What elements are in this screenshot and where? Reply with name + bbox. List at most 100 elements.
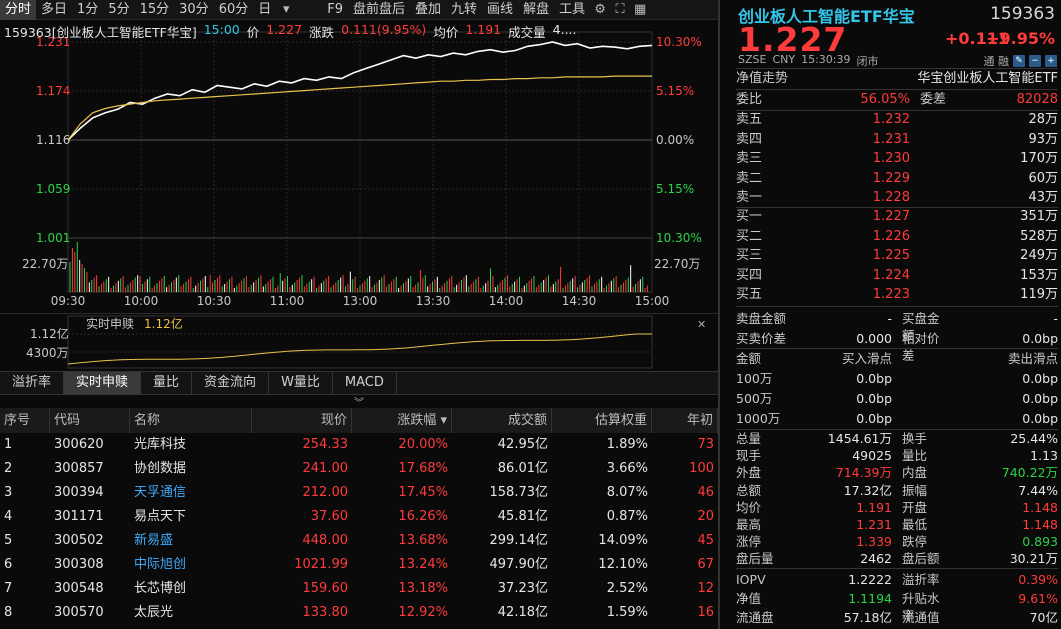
realtime-redemption-chart[interactable]: 实时申赎 1.12亿 1.12亿 4300万 ✕: [0, 313, 718, 369]
analysis-button[interactable]: 解盘: [518, 0, 554, 20]
row-ytd: 73: [697, 437, 714, 452]
tab-intraday[interactable]: 分时: [0, 0, 37, 20]
x-tick-label: 09:30: [51, 294, 86, 308]
table-row[interactable]: 1 300620 光库科技 254.33 20.00% 42.95亿 1.89% 73: [0, 433, 718, 457]
tab-1min[interactable]: 1分: [72, 0, 103, 20]
tab-macd[interactable]: MACD: [333, 372, 397, 394]
chart-vol-label: 成交量: [508, 25, 546, 40]
redemption-label: 实时申赎: [86, 316, 134, 331]
chart-vol: 4....: [552, 22, 577, 37]
chart-avg-label: 均价: [433, 25, 459, 40]
slip-buy: 0.0bp: [856, 371, 892, 386]
tab-60min[interactable]: 60分: [214, 0, 254, 20]
close-icon[interactable]: ✕: [697, 318, 706, 331]
table-row[interactable]: 6 300308 中际旭创 1021.99 13.24% 497.90亿 12.10% 67: [0, 553, 718, 577]
indicator-tabs: 溢折率 实时申赎 量比 资金流向 W量比 MACD: [0, 371, 718, 395]
table-row[interactable]: 7 300548 长芯博创 159.60 13.18% 37.23亿 2.52% 12: [0, 577, 718, 601]
spread-label: 买卖价差: [736, 331, 787, 346]
table-row[interactable]: 3 300394 天孚通信 212.00 17.45% 158.73亿 8.07% 46: [0, 481, 718, 505]
y-left-tick: 1.001: [36, 231, 70, 245]
tab-premium-rate[interactable]: 溢折率: [0, 372, 65, 394]
f9-button[interactable]: F9: [322, 0, 348, 20]
collapse-handle[interactable]: ︾: [0, 395, 718, 409]
tab-day[interactable]: 日: [253, 0, 276, 20]
stat-label: 净值: [736, 591, 762, 606]
header-pct[interactable]: 涨跌幅 ▾: [352, 408, 452, 433]
tab-realtime-redemption[interactable]: 实时申赎: [64, 372, 142, 394]
level-price: 1.228: [872, 190, 910, 205]
stat-value: 1.1194: [848, 591, 892, 606]
table-row[interactable]: 8 300570 太辰光 133.80 12.92% 42.18亿 1.59% 16: [0, 601, 718, 625]
tab-15min[interactable]: 15分: [135, 0, 175, 20]
grid-icon[interactable]: ▦: [630, 0, 650, 20]
header-name[interactable]: 名称: [130, 408, 252, 433]
header-price[interactable]: 现价: [252, 408, 352, 433]
draw-line-button[interactable]: 画线: [482, 0, 518, 20]
stat-label: 现手: [736, 448, 762, 464]
slippage-row: 500万 0.0bp 0.0bp: [736, 390, 1058, 407]
quote-panel: 创业板人工智能ETF华宝 159363 1.227 +0.111 +9.95% …: [718, 0, 1061, 629]
level-price: 1.231: [872, 131, 910, 147]
sell-amount-label: 卖盘金额: [736, 311, 787, 326]
asks-level[interactable]: 卖四 1.231 93万: [736, 130, 1058, 150]
nav-trend-link[interactable]: 净值走势: [736, 69, 816, 89]
stat-row: 流通盘 57.18亿 流通值 70亿: [736, 609, 1058, 626]
row-name: 新易盛: [134, 533, 174, 548]
asks-level[interactable]: 卖五 1.232 28万: [736, 110, 1058, 130]
level-label: 买一: [736, 209, 763, 224]
level-volume: 170万: [1020, 151, 1058, 166]
tab-30min[interactable]: 30分: [174, 0, 214, 20]
row-pct: 13.24%: [398, 557, 448, 572]
level-price: 1.229: [872, 170, 910, 186]
intraday-chart[interactable]: 09:30 10:00 10:30 11:00 13:00 13:30 14:00 14:30…: [0, 20, 718, 312]
asks-level[interactable]: 卖二 1.229 60万: [736, 169, 1058, 189]
pre-post-button[interactable]: 盘前盘后: [348, 0, 410, 20]
period-dropdown-icon[interactable]: ▾: [276, 0, 296, 20]
header-code[interactable]: 代码: [50, 408, 130, 433]
minus-icon[interactable]: −: [1029, 55, 1041, 67]
tab-multiday[interactable]: 多日: [36, 0, 72, 20]
header-weight[interactable]: 估算权重: [552, 408, 652, 433]
level-volume: 249万: [1020, 248, 1058, 263]
plus-icon[interactable]: +: [1045, 55, 1057, 67]
tools-button[interactable]: 工具: [554, 0, 590, 20]
bids-level[interactable]: 买五 1.223 119万: [736, 285, 1058, 305]
stat-value: 1.148: [1022, 499, 1058, 515]
weicha-label: 委差: [920, 92, 947, 107]
asks-level[interactable]: 卖一 1.228 43万: [736, 188, 1058, 208]
tab-w-volume-ratio[interactable]: W量比: [269, 372, 333, 394]
tab-capital-flow[interactable]: 资金流向: [192, 372, 270, 394]
header-no[interactable]: 序号: [0, 408, 50, 433]
table-row[interactable]: 5 300502 新易盛 448.00 13.68% 299.14亿 14.09% 45: [0, 529, 718, 553]
tab-5min[interactable]: 5分: [103, 0, 134, 20]
tab-volume-ratio[interactable]: 量比: [141, 372, 193, 394]
slippage-header: 金额 买入滑点 卖出滑点: [736, 350, 1058, 367]
nav-row: 净值走势 华宝创业板人工智能ETF: [736, 69, 1058, 89]
header-amount[interactable]: 成交额: [452, 408, 552, 433]
bids-level[interactable]: 买二 1.226 528万: [736, 227, 1058, 247]
bids-level[interactable]: 买三 1.225 249万: [736, 246, 1058, 266]
overlay-button[interactable]: 叠加: [410, 0, 446, 20]
stat-label: 总额: [736, 482, 762, 498]
row-pct: 16.26%: [398, 509, 448, 524]
table-row[interactable]: 4 301171 易点天下 37.60 16.26% 45.81亿 0.87% 20: [0, 505, 718, 529]
row-amount: 42.95亿: [497, 437, 548, 452]
stat-label: 涨停: [736, 534, 762, 550]
redemption-axis-top: 1.12亿: [30, 326, 69, 341]
row-ytd: 46: [697, 485, 714, 500]
bids-level[interactable]: 买一 1.227 351万: [736, 207, 1058, 227]
level-price: 1.227: [872, 209, 910, 224]
fullscreen-icon[interactable]: ⛶: [610, 0, 630, 20]
level-label: 卖二: [736, 170, 763, 186]
chart-time: 15:00: [203, 22, 240, 37]
row-weight: 0.87%: [606, 509, 648, 524]
asks-level[interactable]: 卖三 1.230 170万: [736, 149, 1058, 169]
bids-level[interactable]: 买四 1.224 153万: [736, 266, 1058, 286]
gear-icon[interactable]: ⚙: [590, 0, 610, 20]
stat-value: 740.22万: [1001, 465, 1058, 481]
nine-turn-button[interactable]: 九转: [446, 0, 482, 20]
table-row[interactable]: 2 300857 协创数据 241.00 17.68% 86.01亿 3.66% 100: [0, 457, 718, 481]
edit-icon[interactable]: ✎: [1013, 55, 1025, 67]
redemption-line: [67, 333, 652, 365]
header-ytd[interactable]: 年初: [652, 408, 718, 433]
